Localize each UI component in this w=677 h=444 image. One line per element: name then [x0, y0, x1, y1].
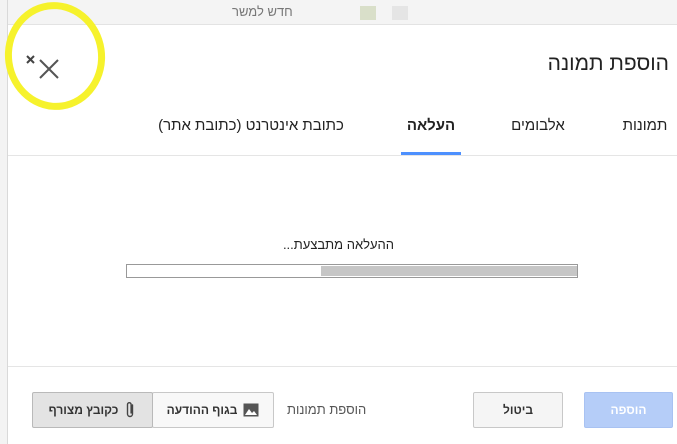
insert-in-body-label: בגוף ההודעה — [166, 403, 238, 417]
footer-divider — [8, 366, 677, 367]
add-button[interactable]: הוספה — [584, 392, 673, 428]
tab-web-address[interactable]: כתובת אינטרנט (כתובת אתר) — [141, 105, 361, 155]
close-icon — [26, 55, 59, 79]
background-icon-2 — [392, 6, 408, 20]
background-text: חדש למשר — [232, 4, 293, 19]
insert-image-dialog — [8, 25, 677, 444]
paperclip-icon — [124, 401, 136, 419]
tab-photos[interactable]: תמונות — [610, 105, 677, 155]
insert-as-attachment-button[interactable]: כקובץ מצורף — [32, 392, 153, 428]
close-button[interactable] — [24, 52, 64, 86]
tab-label: כתובת אינטרנט (כתובת אתר) — [158, 117, 344, 134]
tab-bar: תמונות אלבומים העלאה כתובת אינטרנט (כתוב… — [8, 105, 677, 155]
tab-label: העלאה — [406, 117, 456, 134]
upload-progress-bar — [126, 264, 578, 278]
image-icon — [243, 403, 259, 417]
cancel-button[interactable]: ביטול — [473, 392, 563, 428]
upload-status-text: ההעלאה מתבצעת... — [282, 237, 395, 252]
background-left-edge — [0, 0, 8, 444]
tabs-divider — [8, 155, 677, 156]
tab-label: תמונות — [622, 117, 668, 134]
background-page-strip: חדש למשר — [0, 0, 677, 25]
dialog-title: הוספת תמונה — [547, 52, 669, 75]
tab-upload[interactable]: העלאה — [401, 105, 461, 155]
upload-progress-fill — [320, 266, 577, 276]
insert-as-attachment-label: כקובץ מצורף — [48, 403, 119, 417]
add-images-label: הוספת תמונות — [287, 402, 367, 417]
insert-in-body-button[interactable]: בגוף ההודעה — [152, 392, 274, 428]
tab-label: אלבומים — [511, 117, 565, 134]
background-icon — [360, 6, 376, 20]
tab-albums[interactable]: אלבומים — [498, 105, 578, 155]
cancel-button-label: ביטול — [502, 403, 534, 417]
add-button-label: הוספה — [610, 403, 647, 417]
